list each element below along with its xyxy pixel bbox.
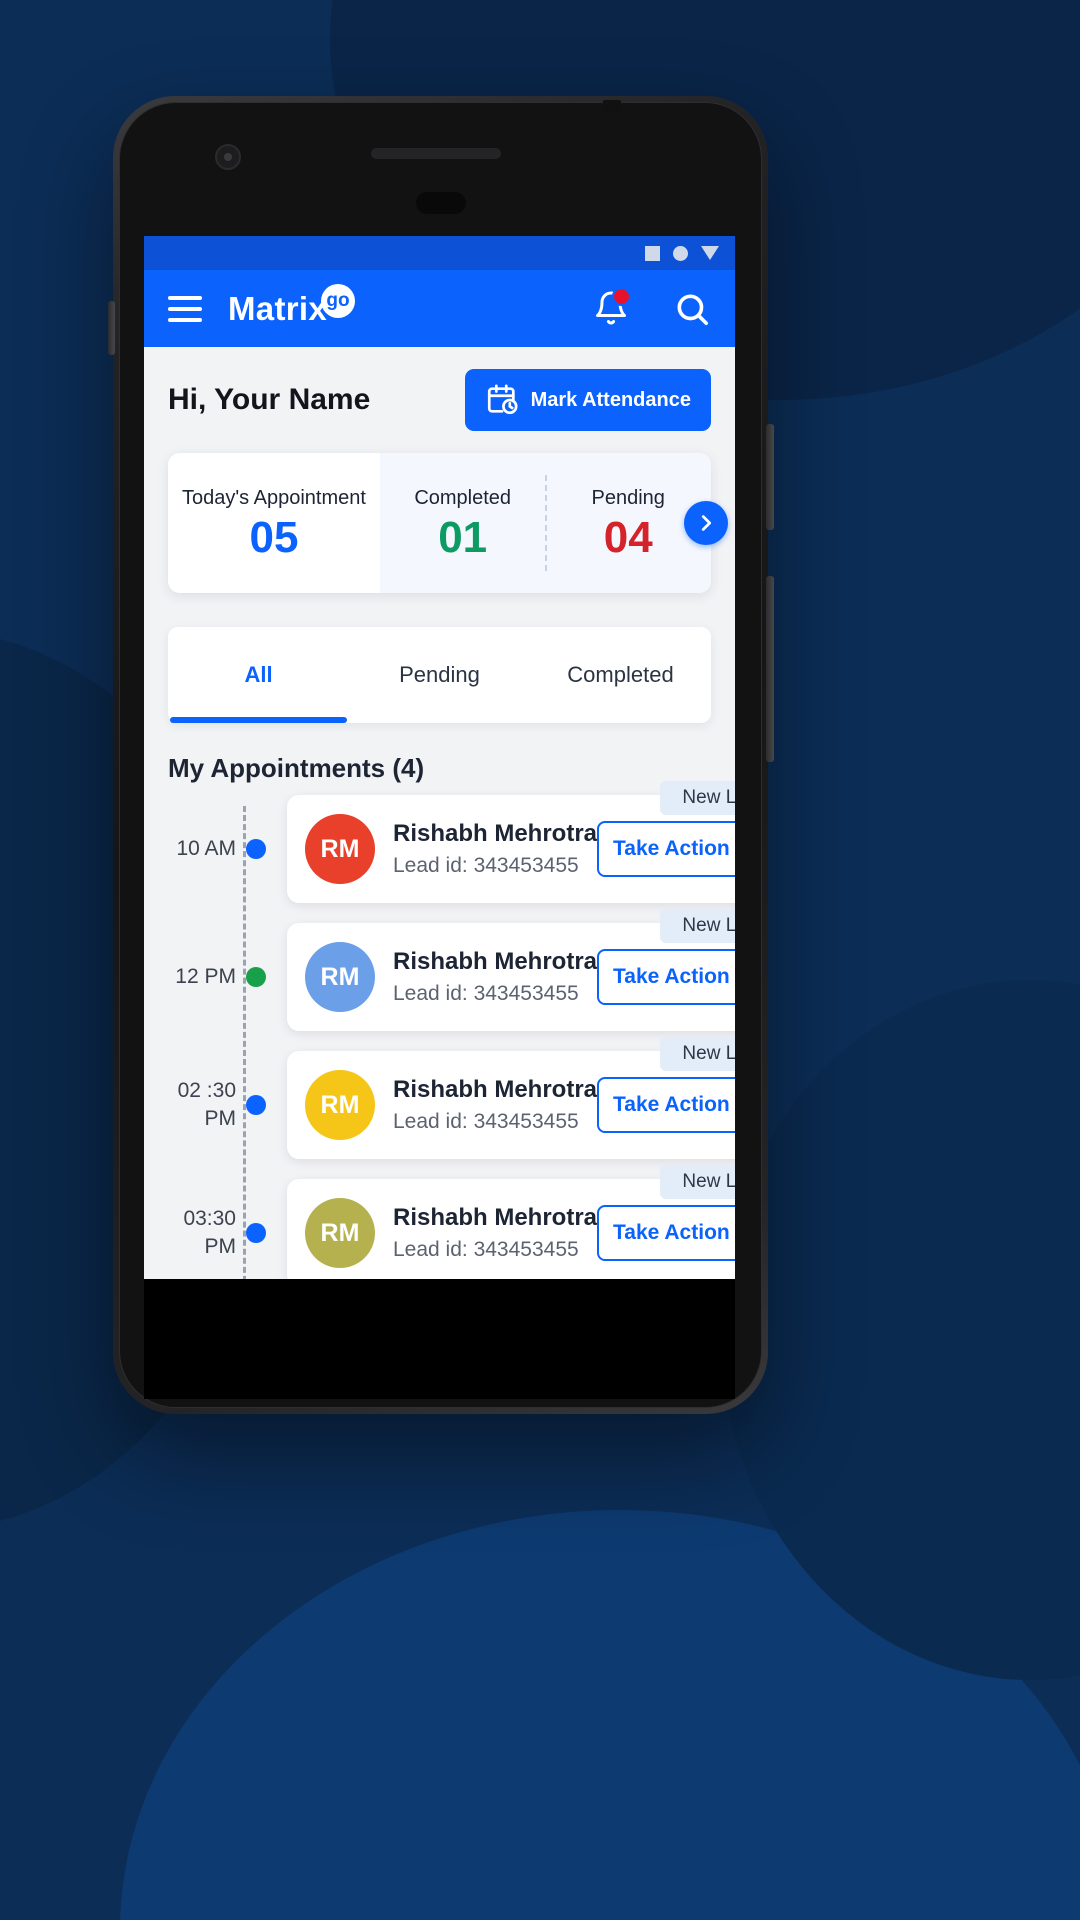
phone-bottom-chin (144, 1279, 735, 1399)
triangle-down-icon (701, 246, 719, 260)
phone-side-button-left[interactable] (108, 301, 115, 355)
stat-value: 05 (249, 512, 299, 562)
bell-icon[interactable] (593, 286, 631, 329)
phone-power-button[interactable] (766, 576, 774, 762)
timeline-dot-icon (246, 839, 266, 859)
square-icon (645, 245, 660, 261)
greeting-row: Hi, Your Name Mark Attendance (144, 347, 735, 445)
appointment-card[interactable]: New Lead RM Rishabh Mehrotra Lead id: 34… (287, 909, 735, 1031)
avatar: RM (305, 814, 375, 884)
appointment-info: Rishabh Mehrotra Lead id: 343453455 (393, 1076, 597, 1134)
take-action-button[interactable]: Take Action ❯ (597, 821, 735, 877)
take-action-label: Take Action (613, 837, 730, 860)
stats-card: Today's Appointment 05 Completed 01 Pend… (168, 453, 711, 593)
stat-label: Completed (414, 486, 512, 509)
list-item[interactable]: 12 PM New Lead RM Rishabh Mehrotra Lead … (168, 909, 735, 1032)
list-item[interactable]: 03:30 PM New Lead RM Rishabh Mehrotra Le… (168, 1165, 735, 1279)
appointment-card[interactable]: New Lead RM Rishabh Mehrotra Lead id: 34… (287, 1165, 735, 1279)
status-badge: New Lead (660, 1165, 735, 1199)
lead-id: Lead id: 343453455 (393, 1110, 579, 1133)
tab-label: All (244, 662, 273, 687)
list-item[interactable]: 02 :30 PM New Lead RM Rishabh Mehrotra L… (168, 1037, 735, 1160)
appointment-filter-tabs: All Pending Completed (168, 627, 711, 723)
phone-volume-button[interactable] (766, 424, 774, 530)
avatar: RM (305, 1070, 375, 1140)
appointment-time: 03:30 PM (183, 1207, 236, 1258)
timeline-dot-icon (246, 1095, 266, 1115)
stats-card-wrapper: Today's Appointment 05 Completed 01 Pend… (168, 453, 728, 593)
take-action-button[interactable]: Take Action ❯ (597, 1077, 735, 1133)
lead-id: Lead id: 343453455 (393, 854, 579, 877)
status-bar (144, 236, 735, 270)
stat-completed[interactable]: Completed 01 (379, 453, 546, 593)
calendar-clock-icon (485, 383, 519, 417)
brand-badge: go (321, 283, 355, 318)
take-action-button[interactable]: Take Action ❯ (597, 949, 735, 1005)
timeline-dot-icon (246, 1223, 266, 1243)
hamburger-icon[interactable] (168, 295, 202, 322)
appointment-time: 12 PM (175, 965, 236, 988)
phone-mockup: Matrix go Hi, Your Name Mark Attendance … (108, 96, 774, 1414)
stat-label: Pending (591, 486, 665, 509)
timeline-dot-icon (246, 967, 266, 987)
status-badge: New Lead (660, 1037, 735, 1071)
lead-name: Rishabh Mehrotra (393, 1204, 598, 1231)
phone-top-nub (603, 100, 621, 112)
appointment-info: Rishabh Mehrotra Lead id: 343453455 (393, 948, 597, 1006)
avatar: RM (305, 942, 375, 1012)
avatar: RM (305, 1198, 375, 1268)
brand-logo: Matrix go (228, 283, 355, 329)
tab-label: Pending (399, 662, 480, 687)
appointment-info: Rishabh Mehrotra Lead id: 343453455 (393, 820, 597, 878)
sensor-pill (416, 192, 466, 214)
appointment-time: 10 AM (176, 837, 236, 860)
appointment-time: 02 :30 PM (177, 1079, 236, 1130)
lead-id: Lead id: 343453455 (393, 982, 579, 1005)
take-action-label: Take Action (613, 1221, 730, 1244)
appointment-card[interactable]: New Lead RM Rishabh Mehrotra Lead id: 34… (287, 781, 735, 903)
stat-value: 01 (438, 512, 488, 562)
mark-attendance-button[interactable]: Mark Attendance (464, 369, 711, 431)
tab-all[interactable]: All (168, 627, 349, 723)
appointment-card[interactable]: New Lead RM Rishabh Mehrotra Lead id: 34… (287, 1037, 735, 1159)
mark-attendance-label: Mark Attendance (530, 388, 691, 411)
tab-pending[interactable]: Pending (349, 627, 530, 723)
list-item[interactable]: 10 AM New Lead RM Rishabh Mehrotra Lead … (168, 781, 735, 904)
notification-badge-dot (612, 286, 631, 306)
take-action-button[interactable]: Take Action ❯ (597, 1205, 735, 1261)
tab-completed[interactable]: Completed (530, 627, 711, 723)
status-badge: New Lead (660, 909, 735, 943)
earpiece-speaker (371, 148, 501, 159)
lead-name: Rishabh Mehrotra (393, 820, 598, 847)
app-bar: Matrix go (144, 270, 735, 347)
page-title: My Appointments (4) (168, 753, 425, 783)
brand-name: Matrix (228, 289, 327, 327)
stat-label: Today's Appointment (181, 486, 366, 509)
front-camera-icon (215, 144, 241, 170)
circle-icon (673, 245, 688, 261)
stat-value: 04 (603, 512, 653, 562)
lead-name: Rishabh Mehrotra (393, 1076, 598, 1103)
appointment-info: Rishabh Mehrotra Lead id: 343453455 (393, 1204, 597, 1262)
appointments-timeline: 10 AM New Lead RM Rishabh Mehrotra Lead … (144, 781, 735, 1279)
take-action-label: Take Action (613, 1093, 730, 1116)
lead-name: Rishabh Mehrotra (393, 948, 598, 975)
status-badge: New Lead (660, 781, 735, 815)
tab-label: Completed (567, 662, 674, 687)
stats-next-button[interactable] (684, 501, 728, 545)
take-action-label: Take Action (613, 965, 730, 988)
search-icon[interactable] (673, 290, 711, 328)
greeting-text: Hi, Your Name (168, 383, 371, 416)
stat-today-appointment[interactable]: Today's Appointment 05 (168, 453, 380, 593)
phone-screen: Matrix go Hi, Your Name Mark Attendance … (144, 236, 735, 1279)
lead-id: Lead id: 343453455 (393, 1238, 579, 1261)
